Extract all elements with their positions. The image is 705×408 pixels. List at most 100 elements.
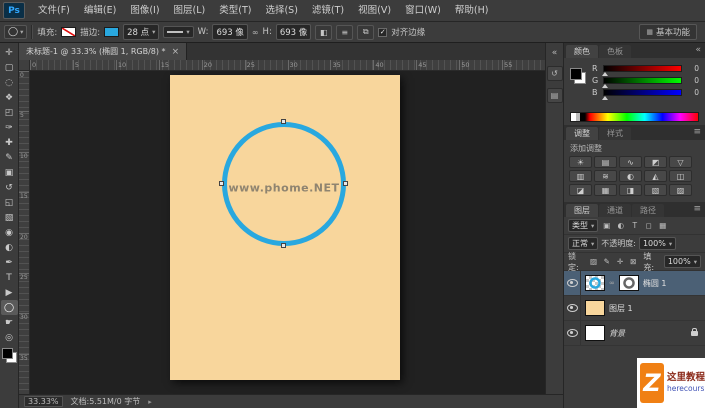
tab-channels[interactable]: 通道 xyxy=(599,204,631,217)
filter-shape-layers-icon[interactable]: ◻ xyxy=(643,220,654,231)
tool-path-selection[interactable]: ▶ xyxy=(1,285,18,300)
slider-handle[interactable] xyxy=(602,96,608,100)
visibility-toggle[interactable] xyxy=(564,321,581,345)
close-tab-icon[interactable]: × xyxy=(172,47,180,57)
layer-thumbnail[interactable] xyxy=(585,325,605,341)
stroke-swatch[interactable] xyxy=(104,27,120,37)
lock-all-icon[interactable]: ⊠ xyxy=(628,256,638,267)
threshold-icon[interactable]: ◨ xyxy=(619,184,642,196)
tool-move[interactable]: ✛ xyxy=(1,45,18,60)
menu-filter[interactable]: 滤镜(T) xyxy=(305,0,351,21)
visibility-toggle[interactable] xyxy=(564,296,581,320)
posterize-icon[interactable]: ▦ xyxy=(594,184,617,196)
status-info-arrow-icon[interactable]: ▸ xyxy=(148,398,152,406)
panel-menu-icon[interactable]: ≡ xyxy=(693,204,701,214)
invert-icon[interactable]: ◪ xyxy=(569,184,592,196)
color-spectrum-ramp[interactable] xyxy=(570,112,699,122)
layer-name[interactable]: 背景 xyxy=(609,328,625,339)
canvas-viewport[interactable]: www.phome.NET xyxy=(30,71,545,394)
menu-image[interactable]: 图像(I) xyxy=(123,0,166,21)
foreground-color-swatch[interactable] xyxy=(1,348,13,359)
shape-width-field[interactable]: 693 像 xyxy=(212,24,248,40)
align-edges-checkbox[interactable]: ✓ xyxy=(378,27,388,37)
menu-view[interactable]: 视图(V) xyxy=(351,0,398,21)
filter-smart-objects-icon[interactable]: ▦ xyxy=(657,220,668,231)
workspace-switcher[interactable]: ▦ 基本功能 xyxy=(639,24,697,40)
blue-slider[interactable] xyxy=(602,89,682,100)
expand-dock-icon[interactable]: « xyxy=(548,46,562,59)
hue-saturation-icon[interactable]: ▥ xyxy=(569,170,592,182)
shape-height-field[interactable]: 693 像 xyxy=(275,24,312,40)
layer-thumbnail[interactable] xyxy=(585,275,605,291)
photo-filter-icon[interactable]: ◭ xyxy=(644,170,667,182)
photoshop-logo[interactable]: Ps xyxy=(3,2,25,19)
tool-clone-stamp[interactable]: ▣ xyxy=(1,165,18,180)
canvas-document[interactable]: www.phome.NET xyxy=(170,75,400,380)
vibrance-icon[interactable]: ▽ xyxy=(669,156,692,168)
menu-file[interactable]: 文件(F) xyxy=(31,0,77,21)
tool-ellipse-shape[interactable]: ◯ xyxy=(0,300,18,315)
tool-pen[interactable]: ✒ xyxy=(1,255,18,270)
history-panel-icon[interactable]: ↺ xyxy=(546,66,563,81)
menu-layer[interactable]: 图层(L) xyxy=(167,0,213,21)
vector-mask-thumbnail[interactable] xyxy=(618,275,639,291)
red-slider[interactable] xyxy=(602,65,682,76)
levels-icon[interactable]: ▤ xyxy=(594,156,617,168)
layer-row-background[interactable]: 背景 xyxy=(564,321,705,346)
color-balance-icon[interactable]: ≋ xyxy=(594,170,617,182)
tool-zoom[interactable]: ◎ xyxy=(1,330,18,345)
lock-position-icon[interactable]: ✛ xyxy=(615,256,625,267)
layer-thumbnail[interactable] xyxy=(585,300,605,316)
tool-dodge[interactable]: ◐ xyxy=(1,240,18,255)
zoom-level-field[interactable]: 33.33% xyxy=(24,396,63,407)
exposure-icon[interactable]: ◩ xyxy=(644,156,667,168)
menu-select[interactable]: 选择(S) xyxy=(258,0,304,21)
green-slider[interactable] xyxy=(602,77,682,88)
tool-history-brush[interactable]: ↺ xyxy=(1,180,18,195)
menu-window[interactable]: 窗口(W) xyxy=(398,0,448,21)
opacity-dropdown[interactable]: 100% ▾ xyxy=(638,237,677,250)
tool-eyedropper[interactable]: ✑ xyxy=(1,120,18,135)
tool-gradient[interactable]: ▧ xyxy=(1,210,18,225)
tab-paths[interactable]: 路径 xyxy=(632,204,664,217)
tab-adjustments[interactable]: 调整 xyxy=(566,127,598,140)
fill-swatch[interactable] xyxy=(61,27,77,37)
gradient-map-icon[interactable]: ▧ xyxy=(644,184,667,196)
document-tab[interactable]: 未标题-1 @ 33.3% (椭圆 1, RGB/8) * × xyxy=(19,43,188,60)
ruler-origin-corner[interactable] xyxy=(19,60,30,71)
tab-styles[interactable]: 样式 xyxy=(599,127,631,140)
color-panel-swatches[interactable] xyxy=(570,68,586,84)
panel-collapse-icon[interactable]: « xyxy=(695,45,701,55)
blend-mode-dropdown[interactable]: 正常 ▾ xyxy=(568,237,599,250)
brightness-contrast-icon[interactable]: ☀ xyxy=(569,156,592,168)
tool-horizontal-type[interactable]: T xyxy=(1,270,18,285)
stroke-width-field[interactable]: 28 点 ▾ xyxy=(123,24,160,40)
path-alignment-button[interactable]: ≡ xyxy=(336,24,354,40)
path-operations-button[interactable]: ◧ xyxy=(315,24,333,40)
curves-icon[interactable]: ∿ xyxy=(619,156,642,168)
layer-kind-dropdown[interactable]: 类型 ▾ xyxy=(568,219,599,232)
layer-row-layer-1[interactable]: 图层 1 xyxy=(564,296,705,321)
layer-row-ellipse-1[interactable]: ∞ 椭圆 1 xyxy=(564,271,705,296)
tool-eraser[interactable]: ◱ xyxy=(1,195,18,210)
anchor-point-left[interactable] xyxy=(219,181,224,186)
link-dimensions-icon[interactable]: ∞ xyxy=(252,28,259,37)
anchor-point-top[interactable] xyxy=(281,119,286,124)
tool-rectangular-marquee[interactable]: ▢ xyxy=(1,60,18,75)
filter-pixel-layers-icon[interactable]: ▣ xyxy=(601,220,612,231)
tool-lasso[interactable]: ◌ xyxy=(1,75,18,90)
filter-adjustment-layers-icon[interactable]: ◐ xyxy=(615,220,626,231)
lock-transparent-pixels-icon[interactable]: ▨ xyxy=(588,256,598,267)
tab-layers[interactable]: 图层 xyxy=(566,204,598,217)
layer-name[interactable]: 图层 1 xyxy=(609,303,633,314)
tab-color[interactable]: 颜色 xyxy=(566,45,598,58)
foreground-color-swatch[interactable] xyxy=(570,68,582,80)
stroke-type-dropdown[interactable]: ▾ xyxy=(163,26,194,38)
tab-swatches[interactable]: 色板 xyxy=(599,45,631,58)
fill-dropdown[interactable]: 100% ▾ xyxy=(663,255,701,268)
visibility-toggle[interactable] xyxy=(564,271,581,295)
lock-image-pixels-icon[interactable]: ✎ xyxy=(602,256,612,267)
filter-type-layers-icon[interactable]: T xyxy=(629,220,640,231)
tool-spot-healing-brush[interactable]: ✚ xyxy=(1,135,18,150)
menu-help[interactable]: 帮助(H) xyxy=(448,0,496,21)
